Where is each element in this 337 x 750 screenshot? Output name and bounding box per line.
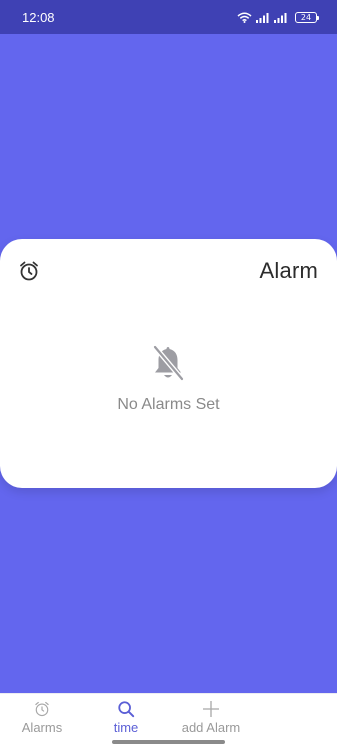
plus-icon: [203, 701, 219, 717]
home-indicator: [112, 740, 225, 744]
bell-off-icon: [153, 345, 184, 381]
nav-alarms-label: Alarms: [21, 720, 63, 735]
status-time: 12:08: [22, 9, 55, 25]
empty-message: No Alarms Set: [117, 396, 220, 413]
nav-alarms[interactable]: Alarms: [0, 694, 84, 736]
nav-add-alarm[interactable]: add Alarm: [168, 694, 254, 736]
search-icon: [118, 701, 135, 718]
battery-icon: 24: [295, 11, 319, 23]
wifi-icon: [237, 12, 252, 23]
status-bar: 12:08 24: [0, 0, 337, 34]
card-title: Alarm: [259, 258, 318, 283]
signal-icon: [274, 12, 287, 23]
nav-time-label: time: [113, 720, 139, 735]
status-icons: 24: [237, 11, 319, 23]
nav-time[interactable]: time: [84, 694, 168, 736]
battery-level: 24: [300, 12, 312, 22]
alarm-clock-icon: [35, 701, 49, 717]
nav-add-alarm-label: add Alarm: [181, 720, 241, 735]
alarm-clock-icon: [20, 261, 38, 281]
signal-icon: [256, 12, 269, 23]
